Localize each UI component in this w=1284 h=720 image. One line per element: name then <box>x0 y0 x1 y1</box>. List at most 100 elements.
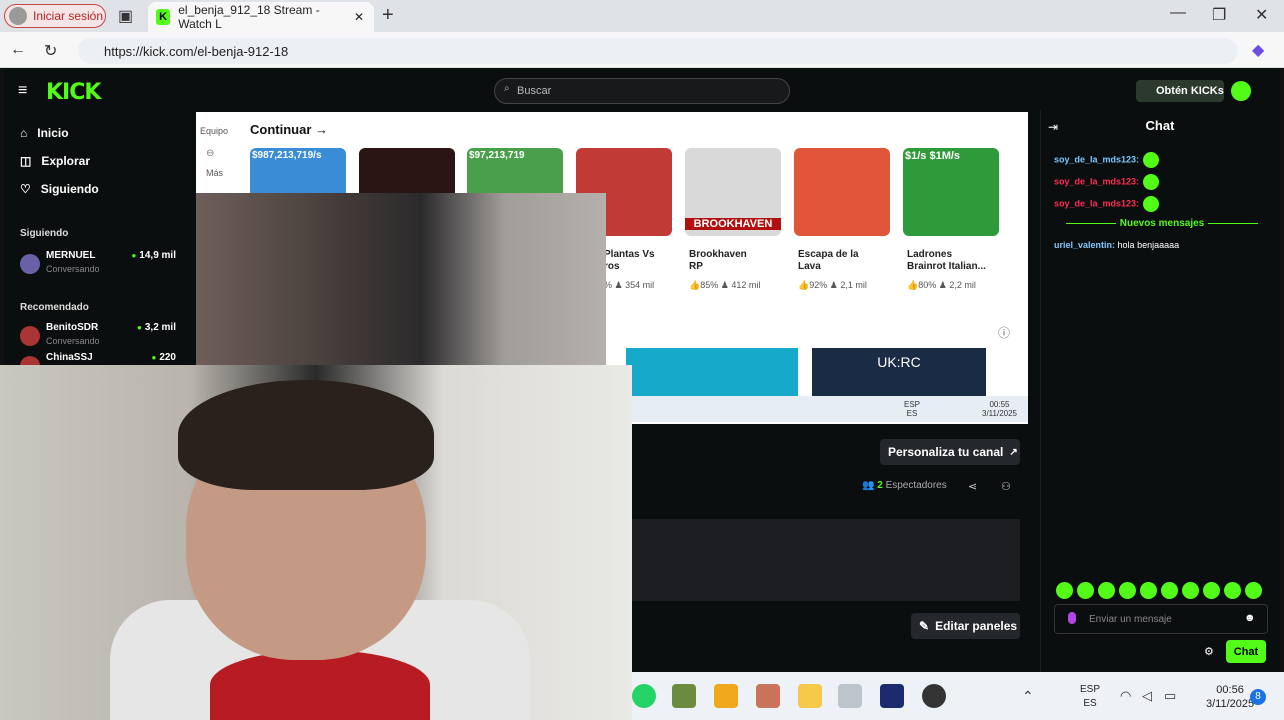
sidebar-item-label: Inicio <box>37 126 69 140</box>
stream-lang-2: ES <box>906 409 918 418</box>
close-tab-icon[interactable]: ✕ <box>354 10 364 24</box>
chat-username[interactable]: soy_de_la_mds123: <box>1054 154 1139 164</box>
get-kicks-button[interactable]: Obtén KICKs <box>1136 80 1224 102</box>
compass-icon: ◫ <box>20 154 32 168</box>
new-messages-divider[interactable]: Nuevos mensajes <box>1054 218 1270 229</box>
emote-icon[interactable] <box>1056 582 1073 599</box>
roblox-studio-icon[interactable] <box>880 684 904 708</box>
emote-icon[interactable] <box>1224 582 1241 599</box>
emote-icon[interactable] <box>1077 582 1094 599</box>
minimize-icon[interactable]: — <box>1170 4 1186 22</box>
game-banner: $1/s $1M/s <box>905 150 961 162</box>
game-banner: $987,213,719/s <box>252 150 322 161</box>
send-chat-label: Chat <box>1233 645 1259 658</box>
stream-lang-1: ESP <box>904 400 921 409</box>
player-count: 354 mil <box>625 280 655 290</box>
sidebar: ⌂ Inicio ◫ Explorar ♡ Siguiendo Siguiend… <box>4 110 184 376</box>
tablet-app-icon[interactable] <box>838 684 862 708</box>
edit-panels-button[interactable]: ✎ Editar paneles <box>911 613 1020 639</box>
emote-icon <box>1143 152 1160 168</box>
stream-time: 00:55 <box>989 400 1010 409</box>
player-count: 2,2 mil <box>949 280 976 290</box>
chat-message: soy_de_la_mds123: <box>1054 152 1160 168</box>
sidebar-item-inicio[interactable]: ⌂ Inicio <box>20 126 69 140</box>
sidebar-item-label: Siguiendo <box>40 182 99 196</box>
about-panel <box>632 519 1020 601</box>
channel-item-mernuel[interactable]: MERNUEL Conversando 14,9 mil <box>20 250 180 280</box>
profile-label: Iniciar sesión <box>33 9 104 23</box>
game-tile: UK:RC <box>812 348 986 398</box>
browser-tab-active[interactable]: K el_benja_912_18 Stream - Watch L ✕ <box>148 2 374 32</box>
obs-icon[interactable] <box>922 684 946 708</box>
apps-icon[interactable] <box>714 684 738 708</box>
avatar <box>20 326 40 346</box>
emote-icon[interactable] <box>1182 582 1199 599</box>
user-avatar[interactable] <box>1231 81 1251 101</box>
back-icon[interactable]: ← <box>10 41 26 59</box>
language-indicator[interactable]: ESP ES <box>1080 683 1100 711</box>
kick-logo[interactable]: KICK <box>46 80 101 105</box>
emote-icon[interactable] <box>1140 582 1157 599</box>
profile-button[interactable]: Iniciar sesión <box>4 4 106 28</box>
send-chat-button[interactable]: Chat <box>1226 640 1266 663</box>
volume-icon[interactable]: ◁ <box>1142 688 1152 704</box>
info-icon: ⓘ <box>998 326 1011 340</box>
copilot-icon[interactable]: ◆ <box>1252 40 1264 60</box>
emoji-icon[interactable]: ☻ <box>1244 612 1256 624</box>
photo-app-icon[interactable] <box>756 684 780 708</box>
game-app-icon[interactable] <box>672 684 696 708</box>
customize-label: Personaliza tu canal <box>888 445 1004 459</box>
settings-icon[interactable]: ⚙ <box>1204 645 1214 658</box>
sidebar-item-siguiendo[interactable]: ♡ Siguiendo <box>20 182 99 196</box>
game-stats: % ♟ 354 mil <box>604 280 655 290</box>
emote-icon <box>1143 196 1160 212</box>
emote-icon[interactable] <box>1245 582 1262 599</box>
chat-message: uriel_valentin: hola benjaaaaa <box>1054 240 1179 250</box>
sidebar-item-label: Explorar <box>41 154 91 168</box>
game-title: Ladrones Brainrot Italian... <box>907 249 986 272</box>
emote-icon[interactable] <box>1161 582 1178 599</box>
notification-badge[interactable]: 8 <box>1250 689 1266 705</box>
new-messages-label: Nuevos mensajes <box>1119 218 1205 229</box>
menu-icon[interactable]: ≡ <box>18 82 27 100</box>
game-banner: BROOKHAVEN <box>685 218 781 230</box>
game-title: Escapa de la Lava <box>798 249 859 272</box>
like-pct: 85% <box>700 280 719 290</box>
customize-channel-button[interactable]: Personaliza tu canal ↗ <box>880 439 1020 465</box>
sidebar-item-explorar[interactable]: ◫ Explorar <box>20 154 90 168</box>
heart-icon: ♡ <box>20 182 31 196</box>
follow-user-icon[interactable]: ⚇ <box>1001 480 1011 493</box>
chat-username[interactable]: soy_de_la_mds123: <box>1054 176 1139 186</box>
url-field[interactable]: https://kick.com/el-benja-912-18 <box>78 38 1238 64</box>
battery-icon[interactable]: ▭ <box>1164 688 1176 704</box>
emote-icon[interactable] <box>1203 582 1220 599</box>
whatsapp-icon[interactable] <box>632 684 656 708</box>
folder-icon[interactable] <box>798 684 822 708</box>
chevron-up-icon[interactable]: ⌃ <box>1022 688 1034 705</box>
tab-actions-icon[interactable]: ▣ <box>118 6 133 26</box>
side-label-mas: Más <box>206 168 224 178</box>
new-tab-icon[interactable]: + <box>382 4 394 27</box>
chat-input[interactable]: Enviar un mensaje <box>1054 604 1268 634</box>
search-placeholder: Buscar <box>517 85 552 97</box>
chat-input-placeholder: Enviar un mensaje <box>1089 613 1172 625</box>
game-title: Plantas Vs ros <box>604 249 655 272</box>
chat-username[interactable]: uriel_valentin: <box>1054 240 1115 250</box>
game-title: Brookhaven RP <box>689 249 747 272</box>
wifi-icon[interactable]: ◠ <box>1120 688 1131 704</box>
stream-taskbar: ESP ES 00:55 3/11/2025 <box>632 396 1028 422</box>
channel-status: Conversando <box>46 264 100 274</box>
recommended-heading: Recomendado <box>20 302 89 313</box>
clock[interactable]: 00:56 3/11/2025 <box>1206 683 1254 711</box>
share-icon[interactable]: ⋖ <box>968 480 977 493</box>
chat-username[interactable]: soy_de_la_mds123: <box>1054 198 1139 208</box>
game-tile <box>626 348 798 398</box>
game-tile: BROOKHAVEN <box>685 148 781 236</box>
close-window-icon[interactable]: ✕ <box>1255 5 1268 25</box>
channel-item-benitosdr[interactable]: BenitoSDR Conversando 3,2 mil <box>20 322 180 352</box>
emote-icon[interactable] <box>1119 582 1136 599</box>
emote-icon[interactable] <box>1098 582 1115 599</box>
search-input[interactable]: Buscar <box>494 78 790 104</box>
reload-icon[interactable]: ↻ <box>44 41 57 61</box>
maximize-icon[interactable]: ❐ <box>1212 5 1226 25</box>
